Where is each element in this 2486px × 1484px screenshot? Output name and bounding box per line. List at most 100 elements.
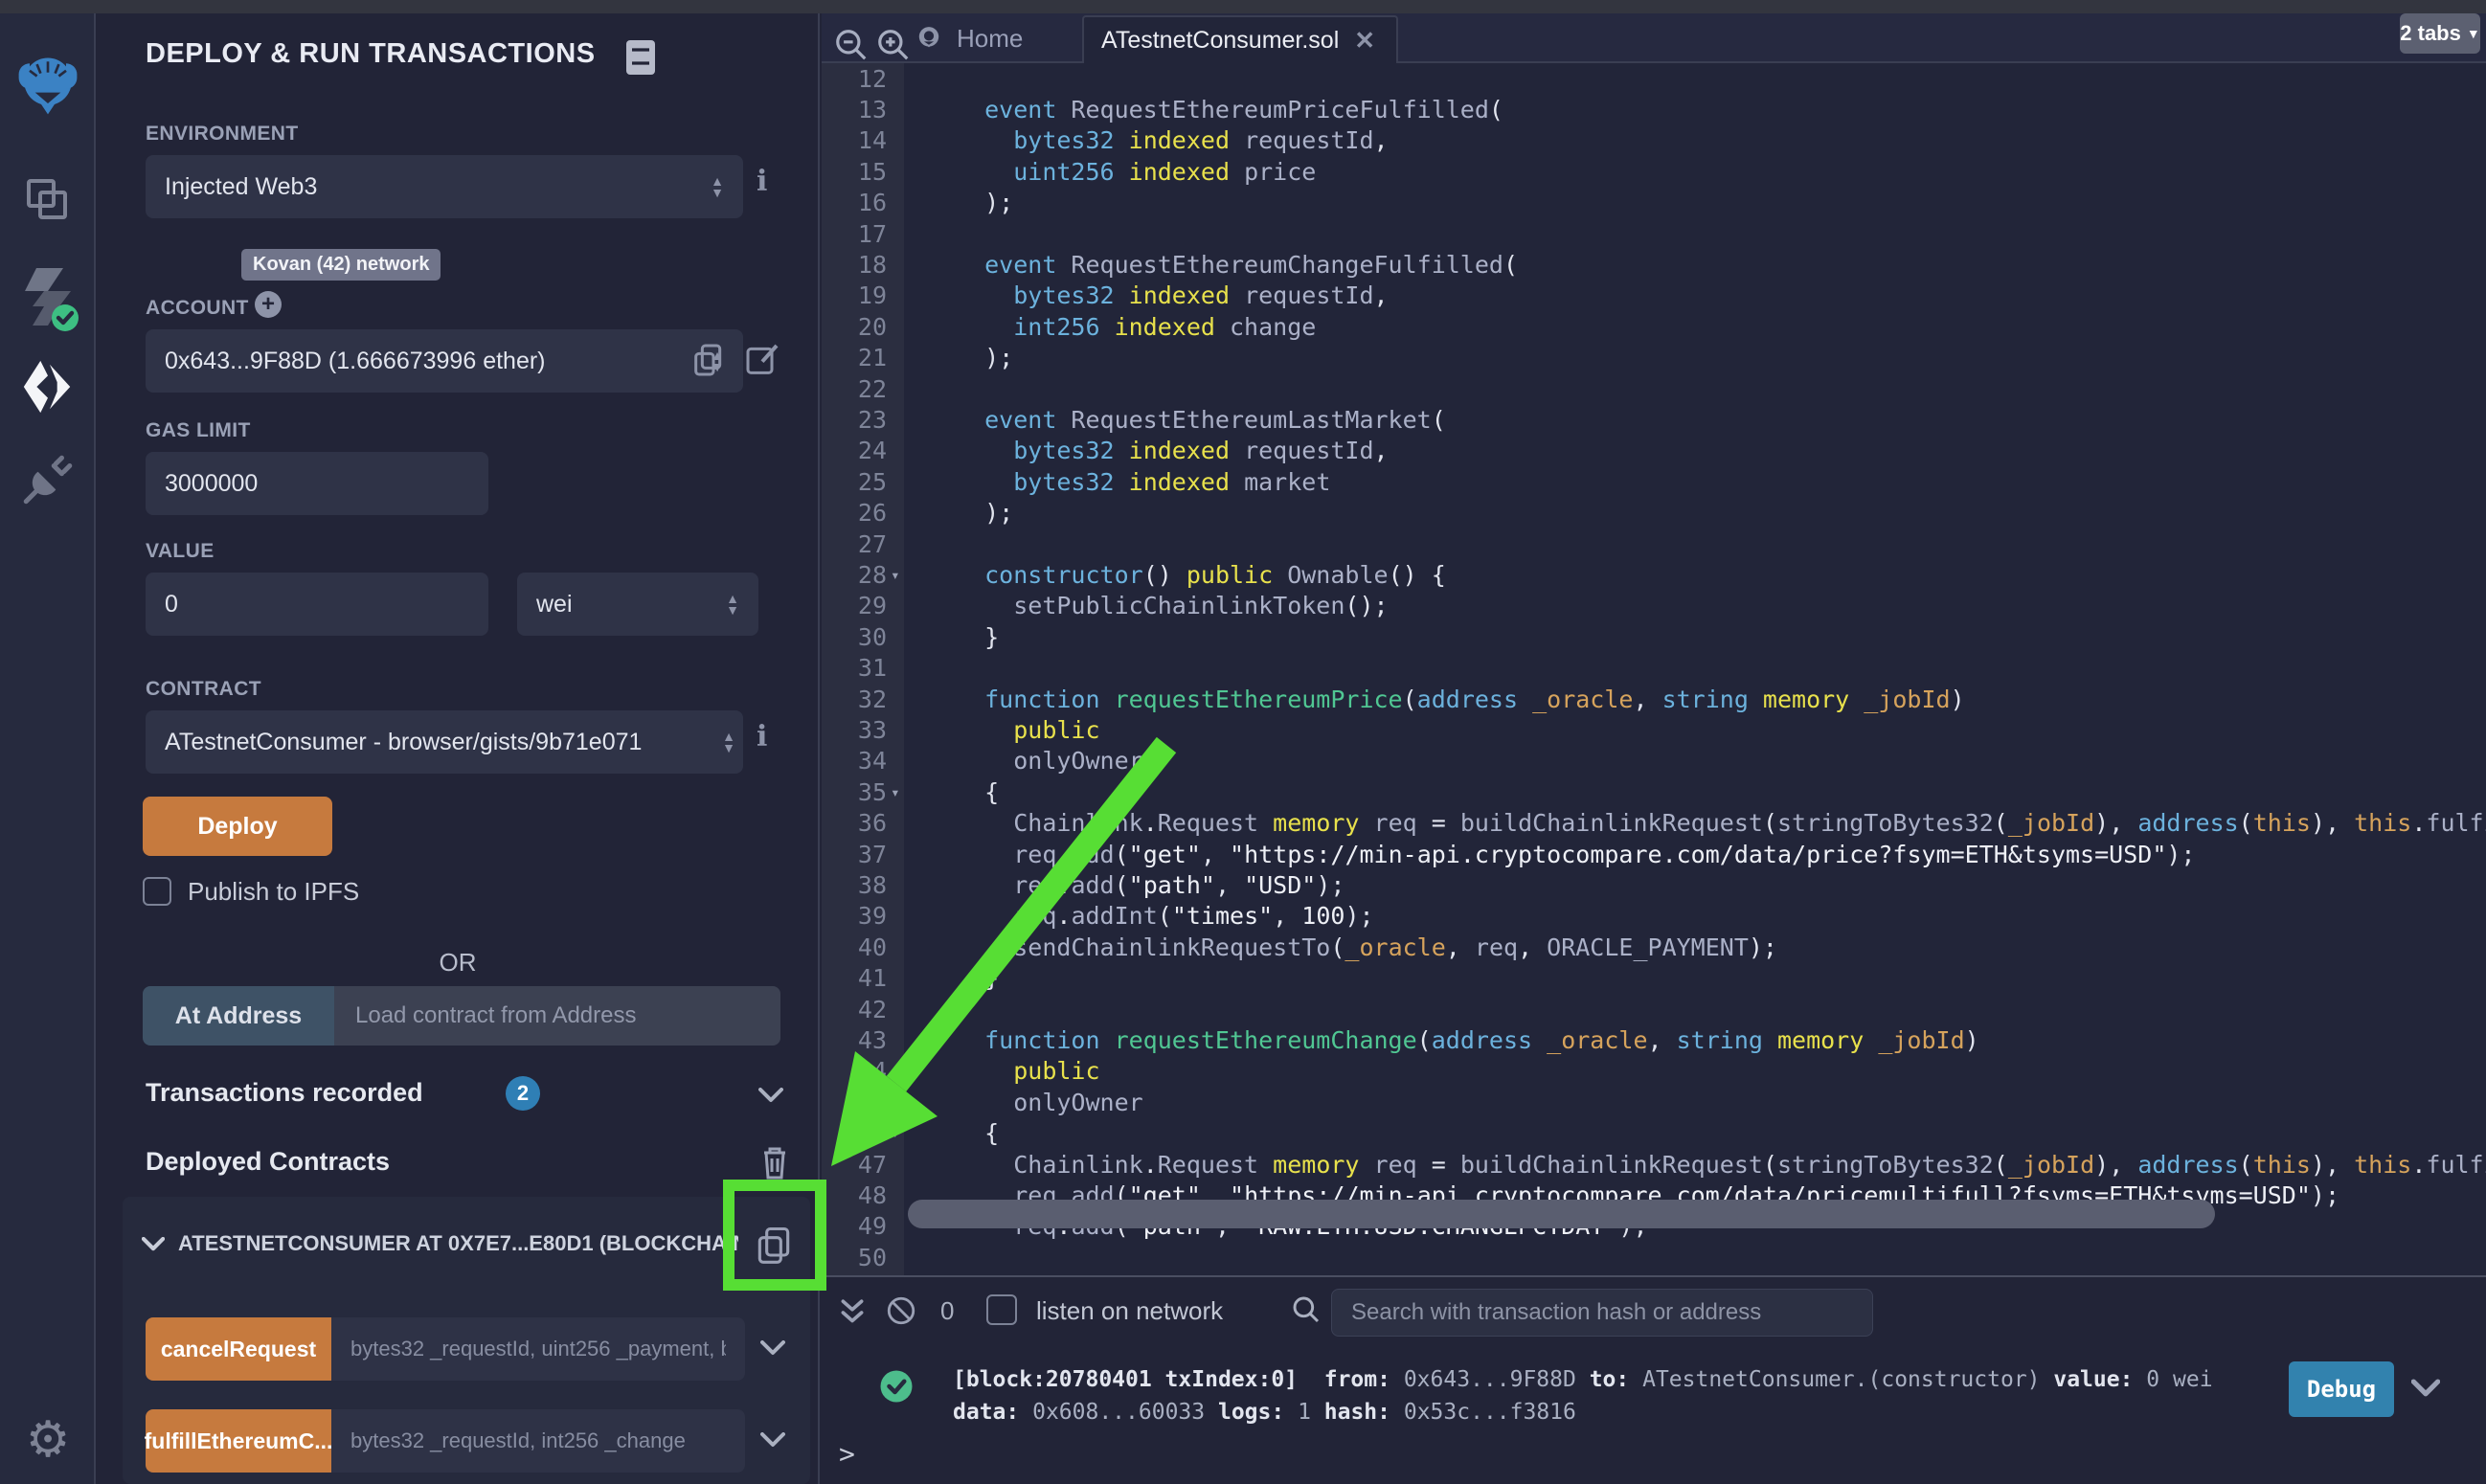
terminal-prompt[interactable]: >: [839, 1438, 855, 1470]
line-number: 29: [822, 590, 887, 621]
line-number: 24: [822, 435, 887, 466]
file-explorer-icon[interactable]: [0, 167, 96, 234]
code-line-25: 25 bytes32 indexed market: [822, 466, 2486, 498]
terminal-log-line[interactable]: data: 0x608...60033 logs: 1 hash: 0x53c.…: [953, 1400, 1576, 1425]
plugin-manager-icon[interactable]: [0, 446, 96, 513]
edit-account-icon[interactable]: [743, 341, 781, 379]
window-top-strip: [0, 0, 2486, 13]
zoom-in-icon[interactable]: [875, 27, 912, 63]
value-input[interactable]: [146, 573, 488, 636]
contract-select[interactable]: ATestnetConsumer - browser/gists/9b71e07…: [146, 710, 743, 774]
gas-limit-input[interactable]: [146, 452, 488, 515]
terminal-search-input[interactable]: [1331, 1289, 1873, 1337]
remix-logo-icon: [0, 42, 96, 128]
deployed-contract-header[interactable]: ATESTNETCONSUMER AT 0X7E7...E80D1 (BLOCK…: [178, 1231, 738, 1256]
fulfill-ethereum-change-button[interactable]: fulfillEthereumC...: [146, 1409, 331, 1473]
copy-account-icon[interactable]: [689, 341, 728, 379]
tx-success-check-icon: [879, 1369, 914, 1404]
value-unit-select[interactable]: wei ▲▼: [517, 573, 758, 636]
editor-tabbar: Home ATestnetConsumer.sol ✕ 2 tabs ▼: [822, 13, 2486, 63]
tab-atestnetconsumer[interactable]: ATestnetConsumer.sol ✕: [1082, 15, 1398, 63]
code-line-30: 30 }: [822, 621, 2486, 653]
contract-expand-chevron-icon[interactable]: [142, 1237, 165, 1251]
cancel-request-button[interactable]: cancelRequest: [146, 1317, 331, 1381]
line-number: 25: [822, 466, 887, 498]
tab-home-label: Home: [957, 24, 1023, 54]
transactions-recorded-label: Transactions recorded: [146, 1078, 423, 1108]
line-number: 43: [822, 1024, 887, 1056]
add-account-icon[interactable]: +: [255, 291, 282, 318]
transactions-count-badge: 2: [506, 1076, 540, 1111]
select-spinner-icon: ▲▼: [726, 593, 739, 616]
line-number: 36: [822, 807, 887, 839]
cancel-request-params-input[interactable]: [331, 1317, 745, 1381]
value-label: VALUE: [146, 540, 215, 563]
tabs-dropdown-chevron-icon: ▼: [2467, 26, 2480, 41]
contract-label: CONTRACT: [146, 678, 261, 701]
gas-limit-label: GAS LIMIT: [146, 419, 251, 442]
fold-marker-icon[interactable]: ▾: [891, 776, 914, 808]
code-line-21: 21 );: [822, 342, 2486, 373]
tabs-count-label: 2 tabs: [2400, 21, 2461, 46]
tab-close-icon[interactable]: ✕: [1354, 26, 1375, 56]
code-line-24: 24 bytes32 indexed requestId,: [822, 435, 2486, 466]
at-address-button[interactable]: At Address: [143, 986, 334, 1046]
code-line-38: 38 req.add("path", "USD");: [822, 869, 2486, 901]
fulfill-expand-chevron-icon[interactable]: [760, 1432, 785, 1448]
account-select[interactable]: 0x643...9F88D (1.666673996 ether) ▲▼: [146, 329, 743, 393]
line-number: 20: [822, 311, 887, 343]
zoom-out-icon[interactable]: [833, 27, 870, 63]
contract-info-icon[interactable]: i: [757, 720, 767, 753]
settings-gear-icon[interactable]: ⚙: [0, 1406, 96, 1473]
code-line-15: 15 uint256 indexed price: [822, 156, 2486, 188]
fold-marker-icon[interactable]: ▾: [891, 559, 914, 591]
code-viewport[interactable]: 1213 event RequestEthereumPriceFulfilled…: [822, 63, 2486, 1275]
publish-ipfs-checkbox[interactable]: [143, 877, 171, 906]
line-number: 44: [822, 1055, 887, 1087]
editor-horizontal-scrollbar[interactable]: [908, 1200, 2215, 1228]
account-value: 0x643...9F88D (1.666673996 ether): [165, 348, 546, 375]
tab-home[interactable]: Home: [913, 13, 1023, 63]
deployed-contract-card: ATESTNETCONSUMER AT 0X7E7...E80D1 (BLOCK…: [123, 1197, 810, 1484]
tabs-count-dropdown[interactable]: 2 tabs ▼: [2400, 13, 2480, 54]
environment-select[interactable]: Injected Web3 ▲▼: [146, 155, 743, 218]
code-line-29: 29 setPublicChainlinkToken();: [822, 590, 2486, 621]
cancel-request-expand-chevron-icon[interactable]: [760, 1340, 785, 1356]
environment-info-icon[interactable]: i: [757, 165, 767, 198]
listen-on-network-label: listen on network: [1036, 1296, 1223, 1326]
copy-contract-address-icon[interactable]: [753, 1222, 795, 1268]
line-number: 41: [822, 962, 887, 994]
code-line-31: 31: [822, 652, 2486, 684]
line-number: 39: [822, 900, 887, 932]
code-line-45: 45 onlyOwner: [822, 1087, 2486, 1118]
code-line-47: 47 Chainlink.Request memory req = buildC…: [822, 1149, 2486, 1180]
code-line-17: 17: [822, 218, 2486, 250]
code-line-46: 46▾ {: [822, 1117, 2486, 1149]
line-number: 50: [822, 1242, 887, 1273]
line-number: 35: [822, 776, 887, 808]
log-expand-chevron-icon[interactable]: [2411, 1379, 2440, 1398]
deploy-button[interactable]: Deploy: [143, 797, 332, 856]
code-line-35: 35▾ {: [822, 776, 2486, 808]
fold-marker-icon[interactable]: ▾: [891, 1117, 914, 1149]
line-number: 45: [822, 1087, 887, 1118]
terminal-collapse-double-chevron-icon[interactable]: [839, 1298, 866, 1327]
code-line-20: 20 int256 indexed change: [822, 311, 2486, 343]
transactions-chevron-down-icon[interactable]: [758, 1088, 783, 1103]
line-number: 19: [822, 280, 887, 311]
fulfill-ethereum-change-params-input[interactable]: [331, 1409, 745, 1473]
at-address-input[interactable]: [334, 986, 780, 1046]
clear-deployed-trash-icon[interactable]: [758, 1143, 791, 1181]
line-number: 37: [822, 839, 887, 870]
deploy-and-run-icon[interactable]: [0, 350, 96, 423]
solidity-compiler-icon[interactable]: [0, 260, 96, 337]
home-remix-icon: [913, 22, 945, 55]
account-label: ACCOUNT: [146, 297, 249, 320]
terminal-log-line[interactable]: [block:20780401 txIndex:0] from: 0x643..…: [953, 1367, 2213, 1392]
listen-on-network-checkbox[interactable]: [986, 1294, 1017, 1325]
debug-button[interactable]: Debug: [2289, 1361, 2394, 1417]
icon-rail: ⚙: [0, 13, 96, 1484]
code-line-23: 23 event RequestEthereumLastMarket(: [822, 404, 2486, 436]
line-number: 27: [822, 528, 887, 560]
clear-console-ban-icon[interactable]: [885, 1294, 917, 1327]
